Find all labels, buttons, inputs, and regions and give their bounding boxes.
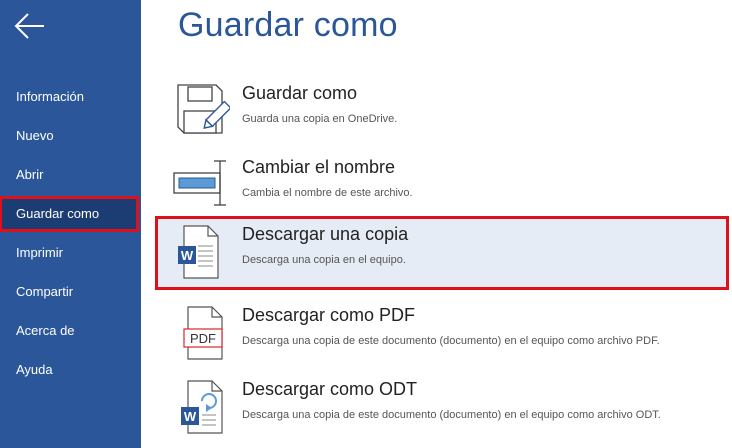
- nav-item-abrir[interactable]: Abrir: [0, 160, 141, 190]
- option-description: Cambia el nombre de este archivo.: [242, 187, 413, 199]
- option-guardar-como[interactable]: Guardar como Guarda una copia en OneDriv…: [155, 75, 729, 149]
- svg-text:W: W: [181, 248, 194, 263]
- option-descargar-odt[interactable]: W Descargar como ODT Descarga una copia …: [155, 371, 729, 445]
- pdf-label: PDF: [190, 331, 216, 346]
- nav-item-imprimir[interactable]: Imprimir: [0, 238, 141, 268]
- option-title: Descargar una copia: [242, 224, 409, 244]
- main-panel: Guardar como Guardar como Guarda una cop…: [141, 0, 732, 448]
- back-button[interactable]: [12, 10, 48, 42]
- nav-item-acerca-de[interactable]: Acerca de: [0, 316, 141, 346]
- nav-item-ayuda[interactable]: Ayuda: [0, 355, 141, 385]
- save-disk-pencil-icon: [177, 84, 230, 134]
- option-description: Descarga una copia de este documento (do…: [242, 335, 660, 347]
- option-cambiar-nombre[interactable]: Cambiar el nombre Cambia el nombre de es…: [155, 149, 729, 223]
- back-arrow-icon: [14, 13, 44, 39]
- nav-item-nuevo[interactable]: Nuevo: [0, 121, 141, 151]
- option-description: Descarga una copia de este documento (do…: [242, 409, 661, 421]
- rename-textbox-icon: [173, 160, 226, 206]
- option-title: Guardar como: [242, 83, 358, 103]
- option-title: Descargar como ODT: [242, 379, 418, 399]
- option-title: Cambiar el nombre: [242, 157, 396, 177]
- page-title: Guardar como: [178, 6, 398, 44]
- option-descargar-pdf[interactable]: PDF Descargar como PDF Descarga una copi…: [155, 297, 729, 371]
- option-descargar-copia[interactable]: W Descargar una copia Descarga una copia…: [155, 216, 729, 290]
- sidebar: Información Nuevo Abrir Guardar como Imp…: [0, 0, 141, 448]
- svg-text:W: W: [184, 409, 197, 424]
- word-document-icon: W: [178, 225, 219, 279]
- nav-item-informacion[interactable]: Información: [0, 82, 141, 112]
- pdf-document-icon: PDF: [183, 306, 223, 360]
- option-title: Descargar como PDF: [242, 305, 416, 325]
- nav-item-guardar-como[interactable]: Guardar como: [0, 196, 139, 232]
- option-description: Descarga una copia en el equipo.: [242, 254, 406, 266]
- nav-item-compartir[interactable]: Compartir: [0, 277, 141, 307]
- option-description: Guarda una copia en OneDrive.: [242, 113, 398, 125]
- word-odt-document-icon: W: [181, 380, 223, 434]
